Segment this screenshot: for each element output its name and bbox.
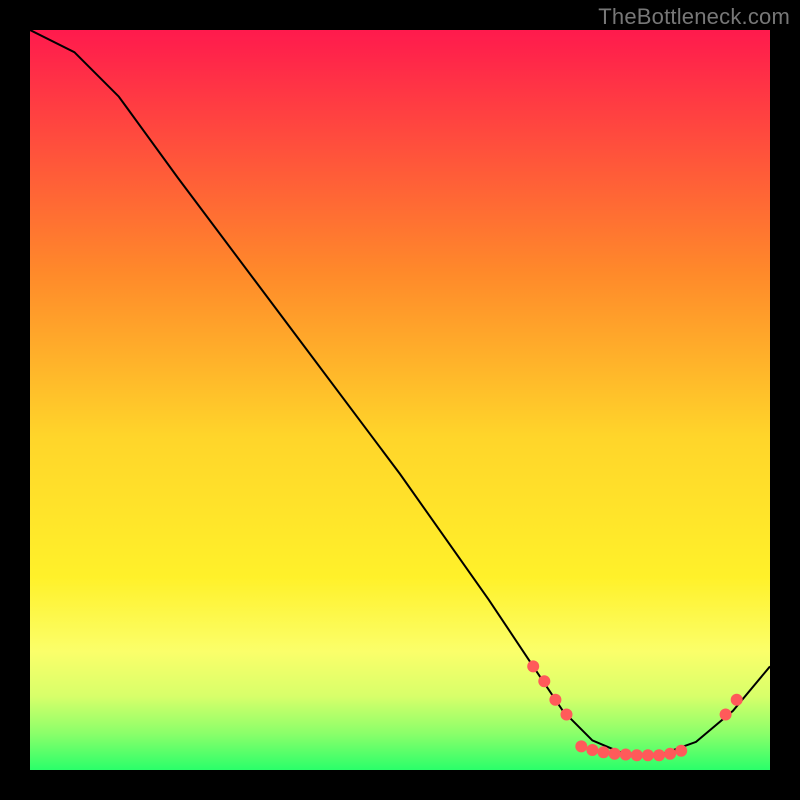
curve-marker (720, 709, 732, 721)
curve-marker (731, 694, 743, 706)
watermark-text: TheBottleneck.com (598, 4, 790, 30)
chart-background (30, 30, 770, 770)
curve-marker (527, 660, 539, 672)
curve-marker (631, 749, 643, 761)
curve-marker (664, 748, 676, 760)
curve-marker (598, 746, 610, 758)
curve-marker (609, 748, 621, 760)
chart-container (30, 30, 770, 770)
curve-marker (538, 675, 550, 687)
chart-svg (30, 30, 770, 770)
curve-marker (586, 744, 598, 756)
curve-marker (653, 749, 665, 761)
curve-marker (675, 745, 687, 757)
curve-marker (549, 694, 561, 706)
curve-marker (561, 709, 573, 721)
curve-marker (642, 749, 654, 761)
curve-marker (575, 740, 587, 752)
curve-marker (620, 748, 632, 760)
